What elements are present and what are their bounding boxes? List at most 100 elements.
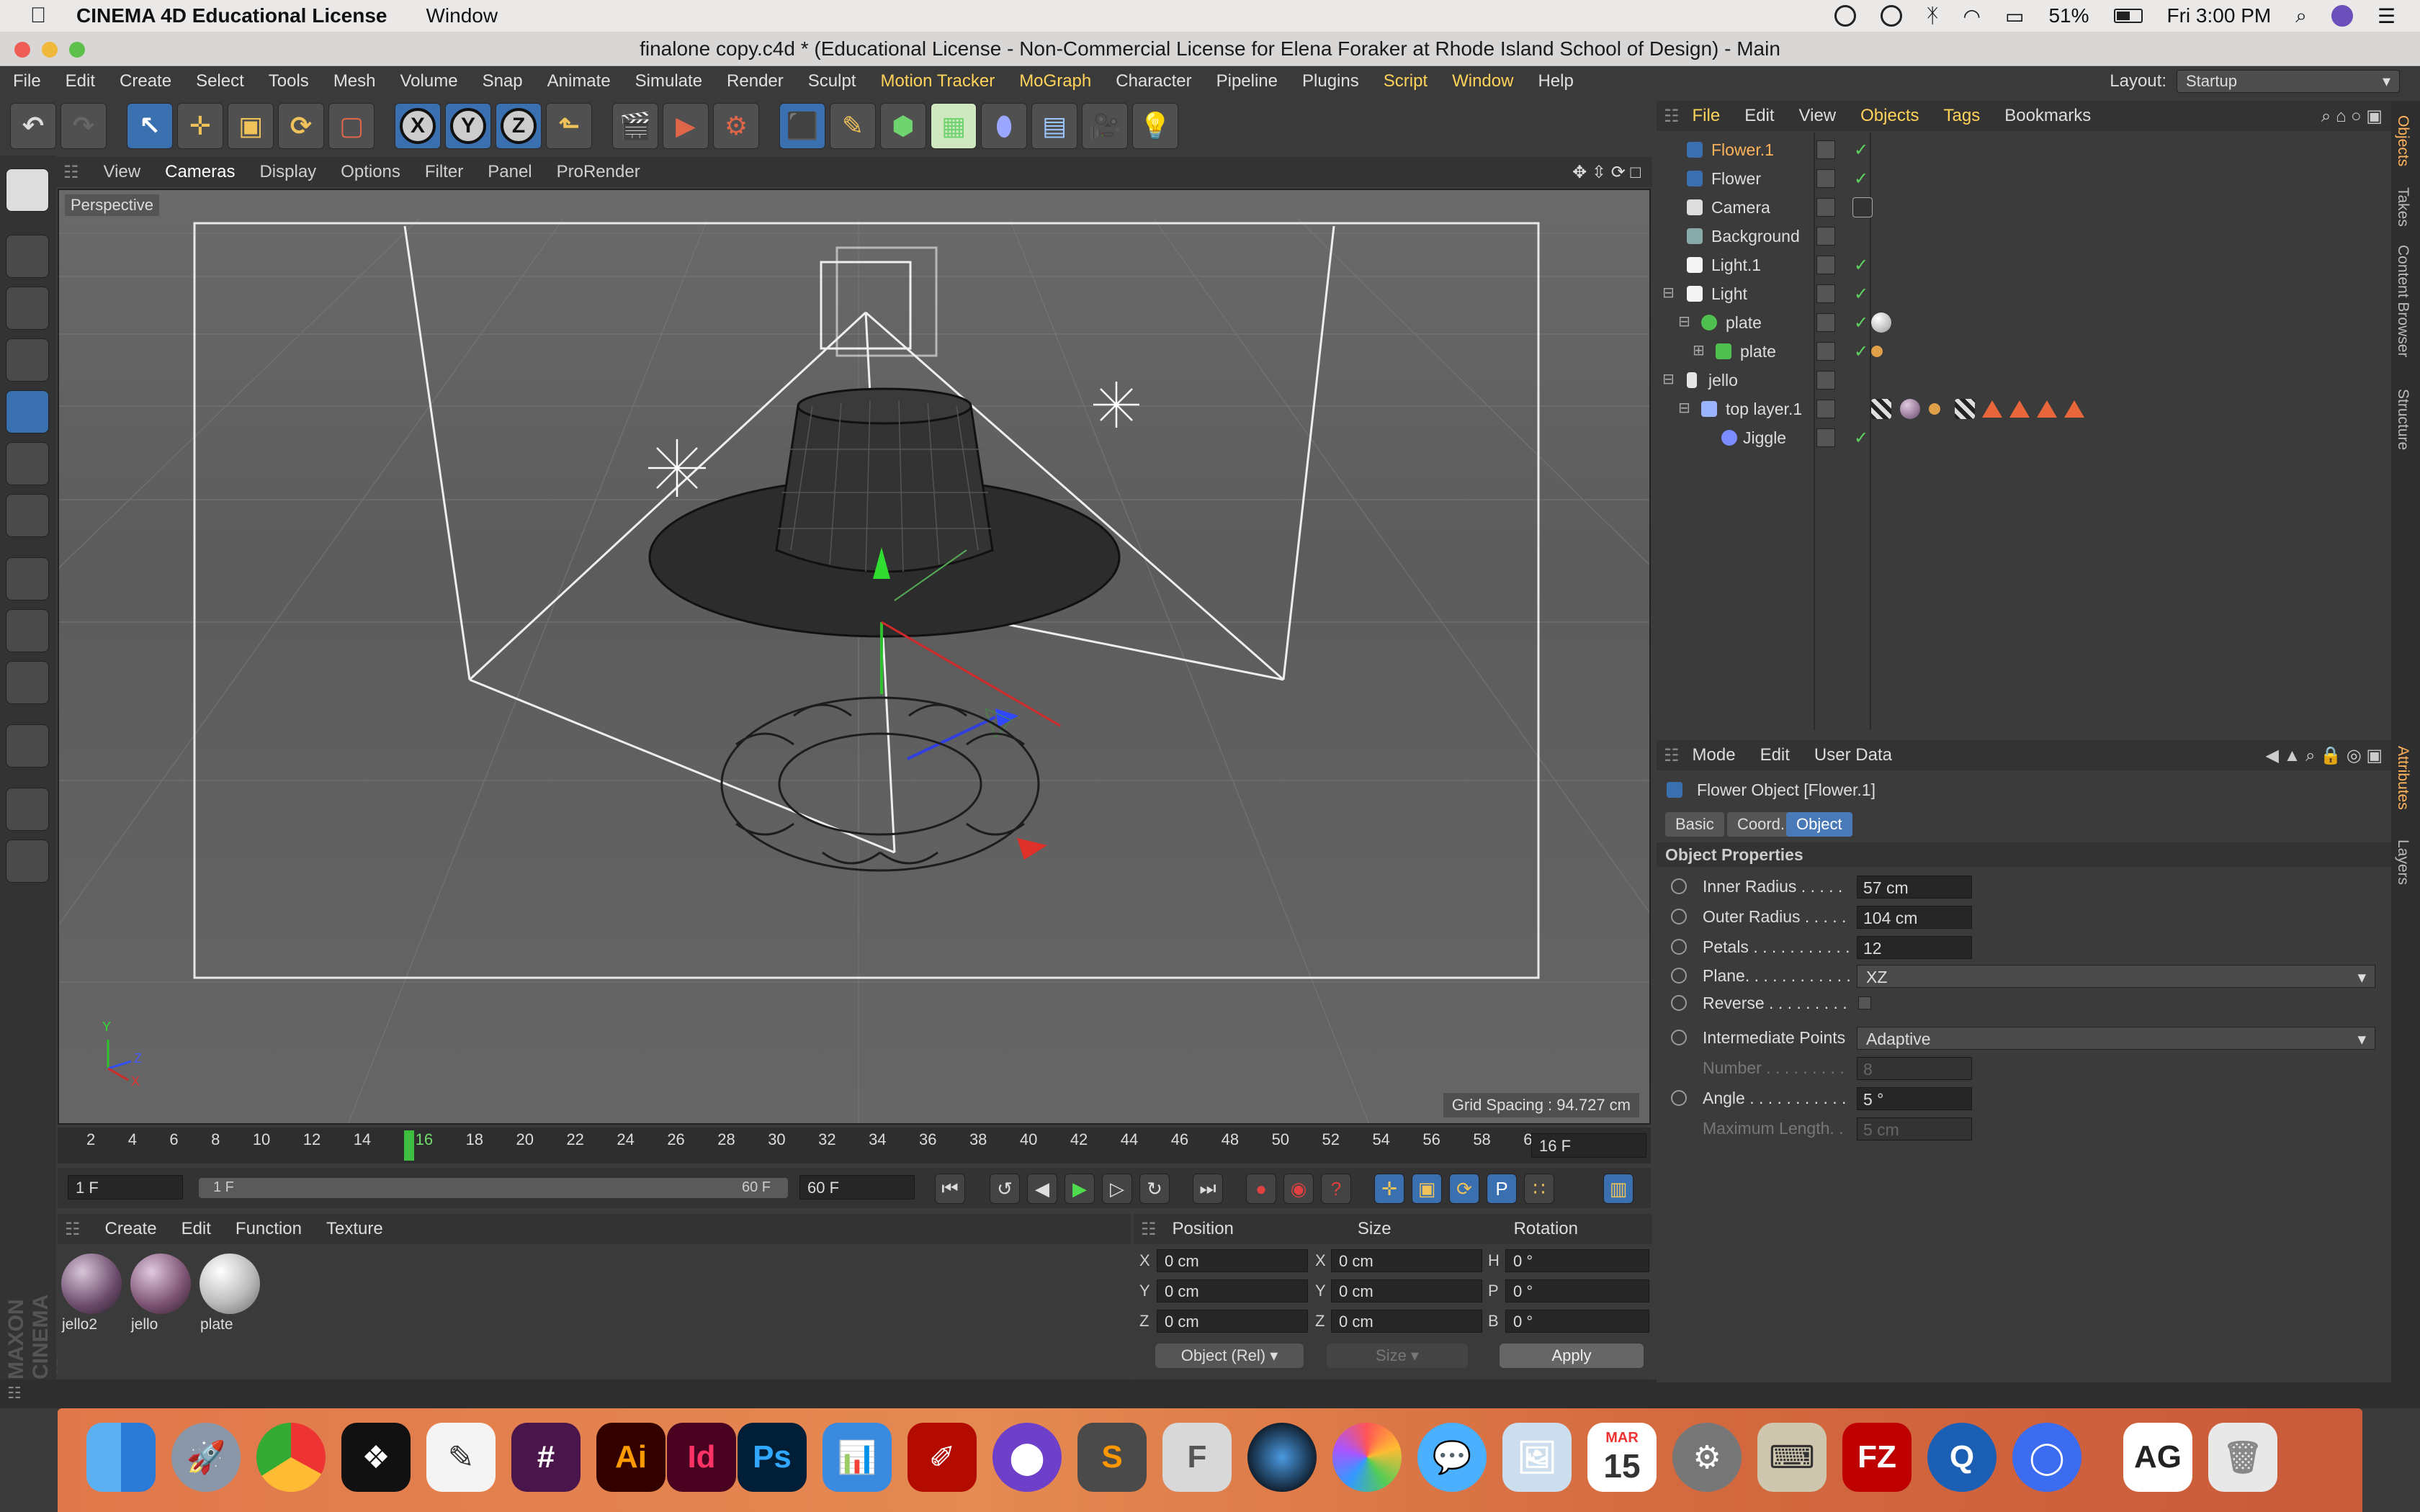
material-tag-icon[interactable] xyxy=(1900,399,1920,419)
deformer-icon[interactable]: ⬮ xyxy=(981,103,1027,149)
visibility-toggle[interactable] xyxy=(1816,198,1835,217)
workplane-lock-icon[interactable] xyxy=(6,788,49,831)
enabled-check-icon[interactable]: ✓ xyxy=(1854,341,1868,362)
visibility-toggle[interactable] xyxy=(1816,371,1835,390)
size-mode-dropdown[interactable]: Size ▾ xyxy=(1327,1344,1468,1368)
system-preferences-icon[interactable]: ⚙ xyxy=(1672,1423,1742,1492)
tab-content-browser[interactable]: Content Browser xyxy=(2394,245,2411,357)
goto-start-icon[interactable]: ⏮ xyxy=(935,1174,965,1204)
om-menu-view[interactable]: View xyxy=(1799,106,1837,126)
axis-mode-icon[interactable] xyxy=(6,557,49,600)
position-x-field[interactable]: 0 cm xyxy=(1157,1249,1308,1272)
object-row[interactable]: Light.1 ✓ xyxy=(1657,251,2391,279)
mat-menu-function[interactable]: Function xyxy=(236,1219,302,1239)
menu-volume[interactable]: Volume xyxy=(400,71,458,91)
object-row[interactable]: ⊟ top layer.1 xyxy=(1657,395,2391,423)
collapse-icon[interactable]: ⊟ xyxy=(1662,284,1675,302)
launchpad-icon[interactable]: 🚀 xyxy=(171,1423,241,1492)
polygons-mode-icon[interactable] xyxy=(6,494,49,537)
trash-icon[interactable]: 🗑 xyxy=(2208,1423,2277,1492)
next-key-icon[interactable]: ↻ xyxy=(1139,1174,1170,1204)
points-mode-icon[interactable] xyxy=(6,390,49,433)
floor-icon[interactable]: ▤ xyxy=(1031,103,1077,149)
phong-tag-icon[interactable] xyxy=(1929,403,1940,415)
material-swatch[interactable]: plate xyxy=(197,1251,262,1339)
grip-icon[interactable]: ☷ xyxy=(1664,106,1680,127)
om-menu-file[interactable]: File xyxy=(1693,106,1721,126)
apply-button[interactable]: Apply xyxy=(1500,1344,1644,1368)
attr-menu-mode[interactable]: Mode xyxy=(1693,745,1736,765)
vp-menu-display[interactable]: Display xyxy=(259,162,316,182)
viewport-nav-icons[interactable]: ✥ ⇳ ⟳ □ xyxy=(1572,162,1641,183)
tab-takes[interactable]: Takes xyxy=(2394,187,2411,227)
move-tool-icon[interactable]: ✛ xyxy=(177,103,223,149)
end-frame-field[interactable]: 60 F xyxy=(799,1175,915,1200)
recent-tool-icon[interactable]: ▢ xyxy=(328,103,375,149)
3d-viewport[interactable]: Y Z X Perspective Grid Spacing : 94.727 … xyxy=(58,189,1651,1125)
menu-snap[interactable]: Snap xyxy=(483,71,523,91)
array-icon[interactable]: ▦ xyxy=(931,103,977,149)
filezilla-icon[interactable]: FZ xyxy=(1842,1423,1912,1492)
airplay-icon[interactable]: ▭ xyxy=(2005,4,2024,28)
visibility-toggle[interactable] xyxy=(1816,140,1835,159)
acrobat-icon[interactable]: ✐ xyxy=(908,1423,977,1492)
visibility-toggle[interactable] xyxy=(1816,284,1835,303)
petals-field[interactable]: 12 xyxy=(1857,936,1972,959)
object-row[interactable]: Flower ✓ xyxy=(1657,164,2391,193)
collapse-icon[interactable]: ⊟ xyxy=(1678,312,1690,330)
collapse-icon[interactable]: ⊟ xyxy=(1662,370,1675,388)
scale-tool-icon[interactable]: ▣ xyxy=(228,103,274,149)
menu-edit[interactable]: Edit xyxy=(66,71,95,91)
previous-key-icon[interactable]: ↺ xyxy=(990,1174,1020,1204)
battery-percent[interactable]: 51% xyxy=(2048,4,2089,27)
photoshop-icon[interactable]: Ps xyxy=(738,1423,807,1492)
menu-mograph[interactable]: MoGraph xyxy=(1019,71,1091,91)
grip-icon[interactable]: ☷ xyxy=(65,1219,81,1240)
wifi-icon[interactable]: ◠ xyxy=(1963,4,1981,28)
size-y-field[interactable]: 0 cm xyxy=(1331,1279,1482,1302)
tweak-mode-icon[interactable] xyxy=(6,609,49,652)
render-settings-icon[interactable]: ⚙ xyxy=(713,103,759,149)
screen-record-icon[interactable] xyxy=(1880,5,1902,27)
tab-attributes[interactable]: Attributes xyxy=(2394,746,2411,810)
material-tag-icon[interactable] xyxy=(1871,312,1891,333)
rotation-h-field[interactable]: 0 ° xyxy=(1505,1249,1649,1272)
position-y-field[interactable]: 0 cm xyxy=(1157,1279,1308,1302)
minimize-window-button[interactable] xyxy=(42,42,58,58)
menu-character[interactable]: Character xyxy=(1116,71,1191,91)
collapse-icon[interactable]: ⊟ xyxy=(1678,399,1690,417)
enabled-check-icon[interactable]: ✓ xyxy=(1854,284,1868,305)
menu-render[interactable]: Render xyxy=(727,71,784,91)
enabled-check-icon[interactable]: ✓ xyxy=(1854,255,1868,276)
menu-create[interactable]: Create xyxy=(120,71,171,91)
live-selection-icon[interactable]: ↖ xyxy=(127,103,173,149)
illustrator-icon[interactable]: Ai xyxy=(596,1423,666,1492)
vp-menu-panel[interactable]: Panel xyxy=(488,162,532,182)
planar-workplane-icon[interactable] xyxy=(6,840,49,883)
camera-target-tag-icon[interactable] xyxy=(1852,197,1873,217)
record-pla-icon[interactable]: ∷ xyxy=(1524,1174,1554,1204)
menu-script[interactable]: Script xyxy=(1384,71,1428,91)
bluetooth-icon[interactable]: ᛡ xyxy=(1927,4,1939,27)
vp-menu-options[interactable]: Options xyxy=(341,162,400,182)
x-axis-lock-icon[interactable]: X xyxy=(395,103,441,149)
polygon-selection-tag-icon[interactable] xyxy=(2037,400,2057,418)
redo-icon[interactable]: ↷ xyxy=(60,103,107,149)
intermediate-points-dropdown[interactable]: Adaptive ▾ xyxy=(1857,1027,2375,1050)
menu-sculpt[interactable]: Sculpt xyxy=(808,71,856,91)
object-row[interactable]: ⊟ Light ✓ xyxy=(1657,279,2391,308)
mat-menu-create[interactable]: Create xyxy=(105,1219,157,1239)
om-menu-objects[interactable]: Objects xyxy=(1860,106,1919,126)
make-editable-icon[interactable] xyxy=(6,168,49,212)
position-z-field[interactable]: 0 cm xyxy=(1157,1310,1308,1333)
om-menu-edit[interactable]: Edit xyxy=(1744,106,1774,126)
object-row[interactable]: Camera xyxy=(1657,193,2391,222)
layout-dropdown[interactable]: Startup ▾ xyxy=(2177,70,2400,93)
solo-icon[interactable] xyxy=(6,661,49,704)
tab-layers[interactable]: Layers xyxy=(2394,840,2411,885)
texture-mode-icon[interactable] xyxy=(6,287,49,330)
rotation-b-field[interactable]: 0 ° xyxy=(1505,1310,1649,1333)
calendar-icon[interactable]: MAR 15 xyxy=(1587,1423,1657,1492)
chrome-icon[interactable] xyxy=(256,1423,326,1492)
play-icon[interactable]: ▶ xyxy=(1065,1174,1095,1204)
